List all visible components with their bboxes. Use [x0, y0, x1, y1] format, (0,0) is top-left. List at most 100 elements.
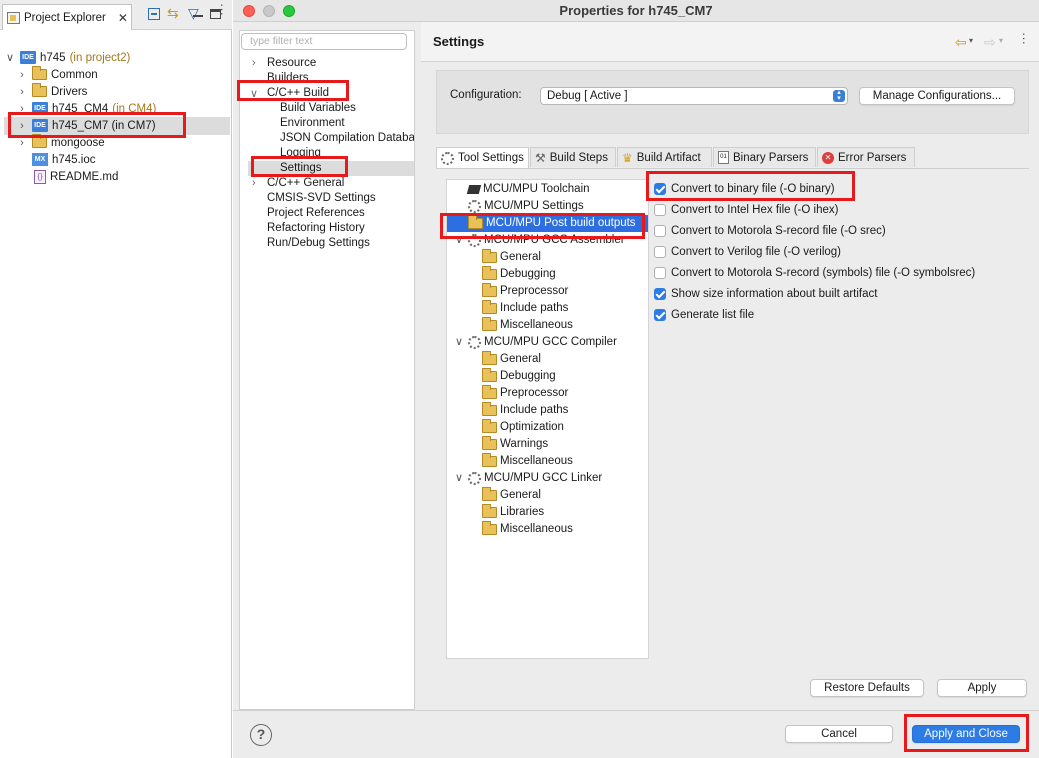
nav-logging[interactable]: Logging	[280, 146, 321, 161]
option-convert-srec[interactable]: Convert to Motorola S-record file (-O sr…	[654, 222, 886, 239]
maximize-icon[interactable]	[210, 9, 221, 19]
tree-item-debugging[interactable]: Debugging	[482, 266, 556, 283]
checkbox[interactable]	[654, 182, 666, 195]
chevron-right-icon[interactable]: ›	[16, 120, 28, 132]
tab-binary-parsers[interactable]: 01 Binary Parsers	[713, 147, 816, 167]
tree-item-common[interactable]: › Common	[16, 66, 98, 83]
chevron-down-icon[interactable]: ∨	[250, 87, 258, 100]
tree-item-preprocessor[interactable]: Preprocessor	[482, 385, 568, 402]
checkbox[interactable]	[654, 266, 666, 279]
tree-item-label: Libraries	[500, 506, 545, 518]
chevron-down-icon[interactable]: ▾	[999, 36, 1003, 45]
nav-project-references[interactable]: Project References	[267, 206, 365, 221]
option-convert-ihex[interactable]: Convert to Intel Hex file (-O ihex)	[654, 201, 838, 218]
back-arrow-icon[interactable]: ⇦	[955, 34, 967, 51]
help-icon[interactable]: ?	[250, 724, 272, 746]
folder-icon	[482, 436, 497, 450]
tree-item-debugging[interactable]: Debugging	[482, 368, 556, 385]
tree-item-warnings[interactable]: Warnings	[482, 436, 548, 453]
tree-item-miscellaneous[interactable]: Miscellaneous	[482, 521, 573, 538]
chevron-right-icon[interactable]: ›	[16, 86, 28, 98]
chevron-down-icon[interactable]: ▾	[969, 36, 973, 45]
forward-arrow-icon[interactable]: ⇨	[984, 34, 996, 51]
cancel-button[interactable]: Cancel	[785, 725, 893, 743]
option-show-size[interactable]: Show size information about built artifa…	[654, 285, 877, 302]
nav-cpp-build[interactable]: C/C++ Build	[267, 86, 329, 101]
apply-button[interactable]: Apply	[937, 679, 1027, 697]
hammer-icon: ⚒	[535, 150, 546, 165]
tree-item-post-build-outputs[interactable]: MCU/MPU Post build outputs	[447, 215, 648, 232]
link-with-editor-icon[interactable]: ⇆	[167, 5, 179, 22]
tab-build-artifact[interactable]: ♛ Build Artifact	[617, 147, 712, 167]
filter-input[interactable]: type filter text	[241, 33, 407, 50]
close-window-button[interactable]	[243, 5, 255, 17]
nav-refactoring-history[interactable]: Refactoring History	[267, 221, 365, 236]
tree-item-h745-cm7[interactable]: › IDE h745_CM7 (in CM7)	[16, 117, 156, 134]
nav-resource[interactable]: Resource	[267, 56, 316, 71]
tree-item-toolchain[interactable]: MCU/MPU Toolchain	[466, 181, 590, 198]
tree-item-general[interactable]: General	[482, 487, 541, 504]
zoom-window-button[interactable]	[283, 5, 295, 17]
tree-item-h745[interactable]: ∨ IDE h745 (in project2)	[4, 49, 130, 66]
tree-item-h745-cm4[interactable]: › IDE h745_CM4 (in CM4)	[16, 100, 156, 117]
view-menu-icon[interactable]: ···	[1017, 32, 1032, 45]
chevron-right-icon[interactable]: ›	[16, 137, 28, 149]
nav-run-debug-settings[interactable]: Run/Debug Settings	[267, 236, 370, 251]
checkbox[interactable]	[654, 203, 666, 216]
tree-item-mongoose[interactable]: › mongoose	[16, 134, 105, 151]
nav-cpp-general[interactable]: C/C++ General	[267, 176, 344, 191]
tab-error-parsers[interactable]: ✕ Error Parsers	[817, 147, 915, 167]
tab-project-explorer[interactable]: Project Explorer ✕	[2, 4, 132, 30]
minimize-window-button[interactable]	[263, 5, 275, 17]
tab-tool-settings[interactable]: Tool Settings	[436, 147, 529, 168]
checkbox[interactable]	[654, 287, 666, 300]
option-convert-binary[interactable]: Convert to binary file (-O binary)	[654, 180, 835, 197]
tree-item-include-paths[interactable]: Include paths	[482, 300, 568, 317]
restore-defaults-button[interactable]: Restore Defaults	[810, 679, 924, 697]
tree-item-h745-ioc[interactable]: MX h745.ioc	[32, 151, 95, 168]
tree-item-gcc-assembler[interactable]: ∨ MCU/MPU GCC Assembler	[453, 232, 625, 249]
tree-item-readme[interactable]: {} README.md	[34, 168, 118, 185]
nav-cmsis-svd-settings[interactable]: CMSIS-SVD Settings	[267, 191, 376, 206]
chevron-down-icon[interactable]: ∨	[453, 334, 465, 351]
nav-json-compilation-database[interactable]: JSON Compilation Databa	[280, 131, 414, 146]
collapse-all-icon[interactable]	[148, 8, 160, 20]
nav-environment[interactable]: Environment	[280, 116, 345, 131]
chevron-right-icon[interactable]: ›	[16, 69, 28, 81]
tree-item-miscellaneous[interactable]: Miscellaneous	[482, 453, 573, 470]
chevron-down-icon[interactable]: ∨	[453, 232, 465, 249]
option-convert-symbolsrec[interactable]: Convert to Motorola S-record (symbols) f…	[654, 264, 975, 281]
option-convert-verilog[interactable]: Convert to Verilog file (-O verilog)	[654, 243, 841, 260]
close-icon[interactable]: ✕	[118, 11, 128, 25]
tree-item-mcu-settings[interactable]: MCU/MPU Settings	[468, 198, 584, 215]
nav-settings[interactable]: Settings	[280, 161, 322, 176]
chevron-down-icon[interactable]: ∨	[453, 470, 465, 487]
tab-build-steps[interactable]: ⚒ Build Steps	[530, 147, 616, 167]
tree-item-general[interactable]: General	[482, 249, 541, 266]
chevron-down-icon[interactable]: ∨	[4, 51, 16, 64]
tree-item-optimization[interactable]: Optimization	[482, 419, 564, 436]
manage-configurations-button[interactable]: Manage Configurations...	[859, 87, 1015, 105]
checkbox[interactable]	[654, 308, 666, 321]
nav-build-variables[interactable]: Build Variables	[280, 101, 356, 116]
tree-item-include-paths[interactable]: Include paths	[482, 402, 568, 419]
option-generate-list[interactable]: Generate list file	[654, 306, 754, 323]
checkbox[interactable]	[654, 224, 666, 237]
tree-item-gcc-linker[interactable]: ∨ MCU/MPU GCC Linker	[453, 470, 602, 487]
folder-icon	[32, 66, 47, 80]
minimize-icon[interactable]	[193, 15, 203, 17]
nav-builders[interactable]: Builders	[267, 71, 309, 86]
apply-and-close-button[interactable]: Apply and Close	[912, 725, 1020, 743]
tree-item-libraries[interactable]: Libraries	[482, 504, 544, 521]
tree-item-preprocessor[interactable]: Preprocessor	[482, 283, 568, 300]
chevron-right-icon[interactable]: ›	[16, 103, 28, 115]
tree-item-drivers[interactable]: › Drivers	[16, 83, 87, 100]
configuration-select[interactable]: Debug [ Active ] ▴ ▾	[540, 87, 848, 105]
filter-icon[interactable]: ▽	[188, 5, 199, 22]
chevron-right-icon[interactable]: ›	[252, 177, 256, 189]
tree-item-gcc-compiler[interactable]: ∨ MCU/MPU GCC Compiler	[453, 334, 617, 351]
chevron-right-icon[interactable]: ›	[252, 57, 256, 69]
tree-item-miscellaneous[interactable]: Miscellaneous	[482, 317, 573, 334]
tree-item-general[interactable]: General	[482, 351, 541, 368]
checkbox[interactable]	[654, 245, 666, 258]
